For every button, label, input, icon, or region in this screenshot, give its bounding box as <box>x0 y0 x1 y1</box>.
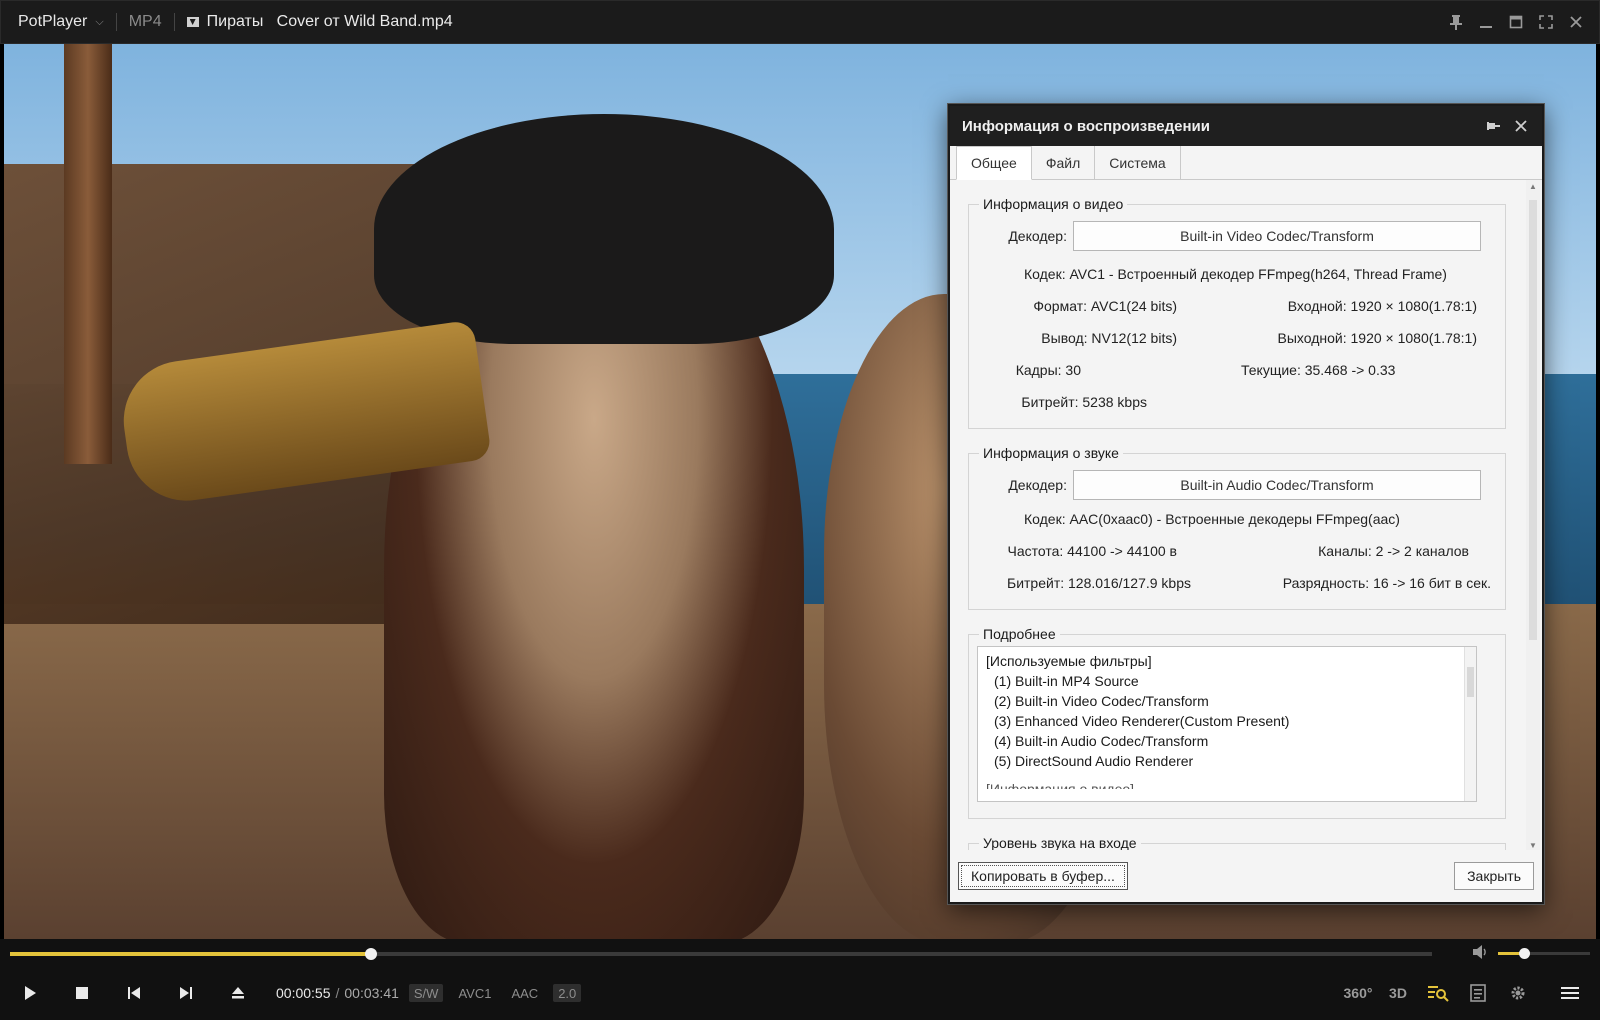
dialog-footer: Копировать в буфер... Закрыть <box>950 850 1542 902</box>
seek-handle[interactable] <box>365 948 378 960</box>
window-buttons <box>1441 0 1591 44</box>
scroll-thumb[interactable] <box>1529 200 1537 640</box>
video-current: Текущие: 35.468 -> 0.33 <box>1241 362 1396 378</box>
duration: 00:03:41 <box>344 985 399 1001</box>
details-line-cut: [Информация о видео] <box>986 781 1135 789</box>
title-separator <box>115 13 117 31</box>
audio-decoder-label: Декодер: <box>1008 477 1067 493</box>
title-bar: PotPlayer ⌵ MP4 Пираты Cover от Wild Ban… <box>0 0 1600 44</box>
3d-button[interactable]: 3D <box>1378 973 1418 1013</box>
chevron-down-icon: ⌵ <box>95 15 104 28</box>
volume-slider[interactable] <box>1498 948 1590 959</box>
video-decoder-label: Декодер: <box>1008 228 1067 244</box>
stop-button[interactable] <box>56 973 108 1013</box>
video-format: Формат: AVC1(24 bits) <box>1033 298 1177 314</box>
close-button[interactable]: Закрыть <box>1454 862 1534 890</box>
menu-icon[interactable] <box>1550 973 1590 1013</box>
audio-codec: Кодек: AAC(0xaac0) - Встроенные декодеры… <box>1024 511 1400 527</box>
player-controls: 00:00:55 / 00:03:41 S/W AVC1 AAC 2.0 360… <box>0 939 1600 1020</box>
audio-channels: Каналы: 2 -> 2 каналов <box>1318 543 1469 559</box>
input-level-heading: Уровень звука на входе <box>983 835 1137 851</box>
dialog-close-icon[interactable] <box>1514 119 1528 133</box>
pin-icon[interactable] <box>1486 119 1500 133</box>
vr-360-button[interactable]: 360° <box>1338 973 1378 1013</box>
tab-general[interactable]: Общее <box>956 146 1032 180</box>
title-separator <box>173 13 175 31</box>
video-pirate-hat <box>374 114 834 344</box>
volume-icon[interactable] <box>1472 944 1492 962</box>
details-line: (4) Built-in Audio Codec/Transform <box>994 733 1209 749</box>
video-codec: Кодек: AVC1 - Встроенный декодер FFmpeg(… <box>1024 266 1447 282</box>
time-separator: / <box>335 985 340 1001</box>
seek-progress <box>10 952 372 956</box>
open-eject-button[interactable] <box>212 973 264 1013</box>
details-line: (1) Built-in MP4 Source <box>994 673 1139 689</box>
audio-info-group: Информация о звуке Декодер: Built-in Aud… <box>968 445 1506 610</box>
details-line: (3) Enhanced Video Renderer(Custom Prese… <box>994 713 1290 729</box>
fullscreen-icon[interactable] <box>1531 0 1561 44</box>
maximize-icon[interactable] <box>1501 0 1531 44</box>
video-output: Вывод: NV12(12 bits) <box>1041 330 1177 346</box>
details-line: (5) DirectSound Audio Renderer <box>994 753 1194 769</box>
copy-to-clipboard-button[interactable]: Копировать в буфер... <box>958 862 1128 890</box>
dialog-scrollbar[interactable]: ▲ ▼ <box>1526 180 1540 852</box>
dialog-tabs: Общее Файл Система <box>950 146 1542 180</box>
scroll-up-icon[interactable]: ▲ <box>1526 182 1540 191</box>
video-output-res: Выходной: 1920 × 1080(1.78:1) <box>1277 330 1478 346</box>
render-mode-badge[interactable]: S/W <box>408 984 444 1002</box>
playback-info-dialog: Информация о воспроизведении Общее Файл … <box>948 104 1544 904</box>
format-label: MP4 <box>128 13 162 30</box>
details-line: (2) Built-in Video Codec/Transform <box>994 693 1209 709</box>
details-scrollbar[interactable] <box>1464 647 1476 801</box>
video-decoder-button[interactable]: Built-in Video Codec/Transform <box>1073 221 1481 251</box>
details-heading: Подробнее <box>983 626 1056 642</box>
dialog-title: Информация о воспроизведении <box>962 117 1210 135</box>
audio-channels-badge[interactable]: 2.0 <box>553 984 582 1002</box>
audio-info-heading: Информация о звуке <box>983 445 1119 461</box>
video-codec-badge[interactable]: AVC1 <box>453 984 496 1002</box>
details-line: [Используемые фильтры] <box>986 653 1152 669</box>
tab-file[interactable]: Файл <box>1031 146 1096 179</box>
app-name: PotPlayer <box>18 13 88 30</box>
app-menu-button[interactable]: PotPlayer ⌵ <box>18 13 104 31</box>
next-button[interactable] <box>160 973 212 1013</box>
pin-icon[interactable] <box>1441 0 1471 44</box>
playlist-icon[interactable] <box>1458 973 1498 1013</box>
video-input: Входной: 1920 × 1080(1.78:1) <box>1287 298 1477 314</box>
audio-decoder-button[interactable]: Built-in Audio Codec/Transform <box>1073 470 1481 500</box>
details-textbox[interactable]: [Используемые фильтры] (1) Built-in MP4 … <box>977 646 1477 802</box>
minimize-icon[interactable] <box>1471 0 1501 44</box>
video-mast <box>64 44 112 464</box>
video-info-group: Информация о видео Декодер: Built-in Vid… <box>968 196 1506 429</box>
audio-bitrate: Битрейт: 128.016/127.9 kbps <box>1007 575 1191 591</box>
audio-frequency: Частота: 44100 -> 44100 в <box>1007 543 1177 559</box>
video-frames: Кадры: 30 <box>1015 362 1081 378</box>
dialog-title-bar: Информация о воспроизведении <box>950 106 1542 146</box>
tab-system[interactable]: Система <box>1095 146 1181 179</box>
play-button[interactable] <box>4 973 56 1013</box>
audio-codec-badge[interactable]: AAC <box>506 984 543 1002</box>
current-time: 00:00:55 <box>276 985 331 1001</box>
video-info-heading: Информация о видео <box>983 196 1124 212</box>
scroll-down-icon[interactable]: ▼ <box>1526 841 1540 850</box>
details-group: Подробнее [Используемые фильтры] (1) Bui… <box>968 626 1506 819</box>
volume-handle[interactable] <box>1518 948 1530 959</box>
file-title: Пираты Cover от Wild Band.mp4 <box>206 13 453 30</box>
previous-button[interactable] <box>108 973 160 1013</box>
video-bitrate: Битрейт: 5238 kbps <box>1021 394 1147 410</box>
file-type-icon <box>186 17 199 27</box>
seek-bar[interactable] <box>10 948 1432 960</box>
audio-depth: Разрядность: 16 -> 16 бит в сек. <box>1282 575 1491 591</box>
dialog-body: Информация о видео Декодер: Built-in Vid… <box>950 180 1524 852</box>
close-icon[interactable] <box>1561 0 1591 44</box>
gear-icon[interactable] <box>1498 973 1538 1013</box>
playlist-search-icon[interactable] <box>1418 973 1458 1013</box>
